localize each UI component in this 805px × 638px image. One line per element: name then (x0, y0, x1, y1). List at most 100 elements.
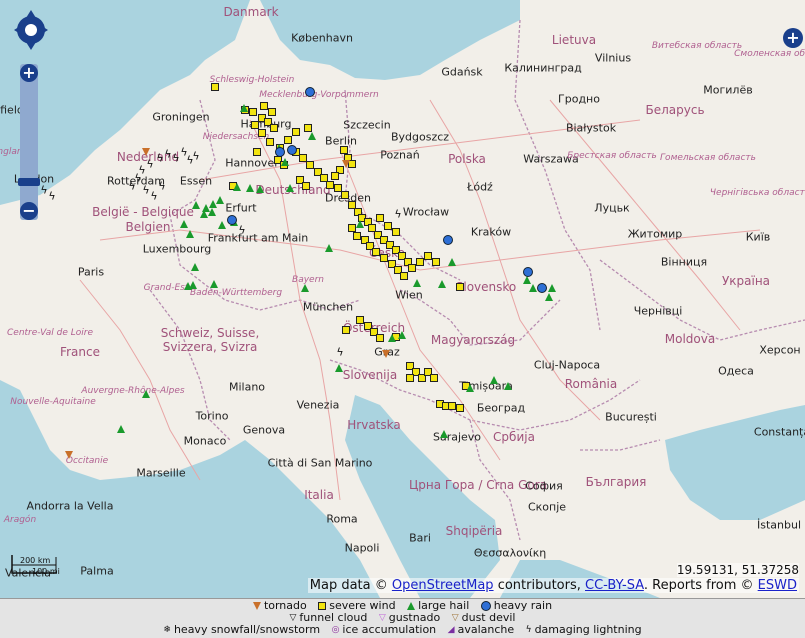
damaging-lightning-marker[interactable]: ϟ (164, 149, 171, 160)
large-hail-marker[interactable] (490, 376, 498, 384)
severe-wind-marker[interactable] (376, 214, 384, 222)
severe-wind-marker[interactable] (341, 191, 349, 199)
tornado-marker[interactable] (142, 148, 150, 156)
damaging-lightning-marker[interactable]: ϟ (142, 185, 149, 196)
pan-control[interactable] (12, 6, 50, 54)
damaging-lightning-marker[interactable]: ϟ (48, 191, 55, 202)
severe-wind-marker[interactable] (270, 124, 278, 132)
severe-wind-marker[interactable] (408, 264, 416, 272)
damaging-lightning-marker[interactable]: ϟ (394, 209, 401, 220)
damaging-lightning-marker[interactable]: ϟ (150, 191, 157, 202)
zoom-bar[interactable] (20, 64, 38, 220)
damaging-lightning-marker[interactable]: ϟ (192, 151, 199, 162)
large-hail-marker[interactable] (335, 364, 343, 372)
large-hail-marker[interactable] (440, 430, 448, 438)
severe-wind-marker[interactable] (348, 224, 356, 232)
heavy-rain-marker[interactable] (305, 87, 315, 97)
severe-wind-marker[interactable] (424, 252, 432, 260)
severe-wind-marker[interactable] (430, 374, 438, 382)
damaging-lightning-marker[interactable]: ϟ (146, 159, 153, 170)
severe-wind-marker[interactable] (353, 232, 361, 240)
zoom-slider-handle[interactable] (18, 178, 40, 186)
large-hail-marker[interactable] (545, 293, 553, 301)
large-hail-marker[interactable] (325, 244, 333, 252)
large-hail-marker[interactable] (218, 221, 226, 229)
severe-wind-marker[interactable] (258, 129, 266, 137)
large-hail-marker[interactable] (301, 284, 309, 292)
large-hail-marker[interactable] (398, 331, 406, 339)
severe-wind-marker[interactable] (356, 316, 364, 324)
damaging-lightning-marker[interactable]: ϟ (156, 153, 163, 164)
large-hail-marker[interactable] (256, 185, 264, 193)
large-hail-marker[interactable] (356, 220, 364, 228)
tornado-marker[interactable] (382, 350, 390, 358)
large-hail-marker[interactable] (529, 284, 537, 292)
large-hail-marker[interactable] (240, 104, 248, 112)
severe-wind-marker[interactable] (406, 374, 414, 382)
large-hail-marker[interactable] (208, 208, 216, 216)
severe-wind-marker[interactable] (304, 124, 312, 132)
severe-wind-marker[interactable] (211, 83, 219, 91)
heavy-rain-marker[interactable] (227, 215, 237, 225)
damaging-lightning-marker[interactable]: ϟ (158, 181, 165, 192)
large-hail-marker[interactable] (523, 276, 531, 284)
severe-wind-marker[interactable] (326, 181, 334, 189)
severe-wind-marker[interactable] (331, 172, 339, 180)
severe-wind-marker[interactable] (400, 272, 408, 280)
eswd-link[interactable]: ESWD (758, 578, 797, 593)
large-hail-marker[interactable] (413, 279, 421, 287)
large-hail-marker[interactable] (438, 280, 446, 288)
large-hail-marker[interactable] (286, 184, 294, 192)
severe-wind-marker[interactable] (456, 283, 464, 291)
map-canvas[interactable]: Danmark København Gdańsk Калининград Lietuva… (0, 0, 805, 599)
severe-wind-marker[interactable] (456, 404, 464, 412)
severe-wind-marker[interactable] (372, 248, 380, 256)
severe-wind-marker[interactable] (306, 161, 314, 169)
damaging-lightning-marker[interactable]: ϟ (138, 165, 145, 176)
osm-link[interactable]: OpenStreetMap (392, 578, 494, 593)
heavy-rain-marker[interactable] (523, 267, 533, 277)
heavy-rain-marker[interactable] (275, 147, 285, 157)
large-hail-marker[interactable] (117, 425, 125, 433)
severe-wind-marker[interactable] (266, 138, 274, 146)
severe-wind-marker[interactable] (416, 258, 424, 266)
license-link[interactable]: CC-BY-SA (585, 578, 644, 593)
severe-wind-marker[interactable] (292, 128, 300, 136)
severe-wind-marker[interactable] (392, 228, 400, 236)
large-hail-marker[interactable] (233, 183, 241, 191)
large-hail-marker[interactable] (448, 258, 456, 266)
severe-wind-marker[interactable] (342, 326, 350, 334)
zoom-in-button[interactable]: + (20, 64, 38, 82)
severe-wind-marker[interactable] (249, 108, 257, 116)
large-hail-marker[interactable] (504, 382, 512, 390)
severe-wind-marker[interactable] (376, 334, 384, 342)
tornado-marker[interactable] (65, 451, 73, 459)
large-hail-marker[interactable] (308, 132, 316, 140)
severe-wind-marker[interactable] (251, 121, 259, 129)
severe-wind-marker[interactable] (284, 136, 292, 144)
severe-wind-marker[interactable] (260, 102, 268, 110)
large-hail-marker[interactable] (548, 284, 556, 292)
large-hail-marker[interactable] (281, 158, 289, 166)
zoom-out-button[interactable]: − (20, 202, 38, 220)
severe-wind-marker[interactable] (268, 108, 276, 116)
large-hail-marker[interactable] (210, 280, 218, 288)
severe-wind-marker[interactable] (380, 254, 388, 262)
large-hail-marker[interactable] (186, 230, 194, 238)
damaging-lightning-marker[interactable]: ϟ (336, 347, 343, 358)
damaging-lightning-marker[interactable]: ϟ (172, 153, 179, 164)
heavy-rain-marker[interactable] (537, 283, 547, 293)
severe-wind-marker[interactable] (302, 182, 310, 190)
severe-wind-marker[interactable] (340, 146, 348, 154)
large-hail-marker[interactable] (388, 334, 396, 342)
large-hail-marker[interactable] (191, 263, 199, 271)
tornado-marker[interactable] (342, 160, 350, 168)
damaging-lightning-marker[interactable]: ϟ (40, 185, 47, 196)
severe-wind-marker[interactable] (384, 222, 392, 230)
large-hail-marker[interactable] (466, 384, 474, 392)
heavy-rain-marker[interactable] (287, 145, 297, 155)
large-hail-marker[interactable] (189, 281, 197, 289)
heavy-rain-marker[interactable] (443, 235, 453, 245)
large-hail-marker[interactable] (200, 210, 208, 218)
large-hail-marker[interactable] (142, 390, 150, 398)
